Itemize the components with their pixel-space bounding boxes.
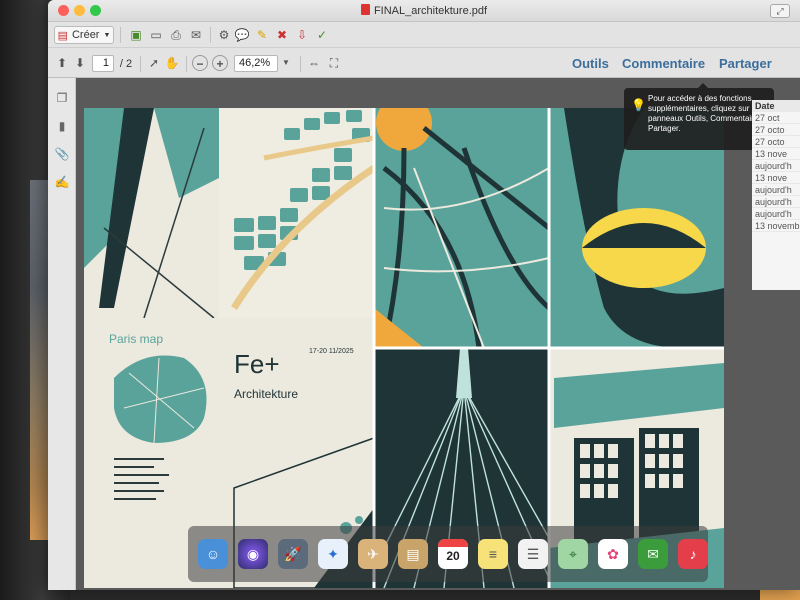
create-button[interactable]: ▤ Créer ▼ bbox=[54, 26, 114, 44]
delete-icon[interactable]: ✖ bbox=[274, 27, 290, 43]
fit-width-icon[interactable]: ⇔ bbox=[306, 55, 322, 71]
zoom-in-icon[interactable]: + bbox=[212, 55, 228, 71]
pdf-viewer-window: FINAL_architekture.pdf ⤢ ▤ Créer ▼ ▣ ▭ ⎙… bbox=[48, 0, 800, 590]
poster-brand: Fe+ bbox=[234, 349, 280, 379]
window-title: FINAL_architekture.pdf bbox=[48, 4, 800, 17]
finder-icon[interactable]: ☺ bbox=[198, 539, 228, 569]
settings-gear-icon[interactable]: ⚙ bbox=[216, 27, 232, 43]
sticky-note-icon[interactable]: ✎ bbox=[254, 27, 270, 43]
poster-dates: 17-20 11/2025 bbox=[309, 348, 354, 355]
expand-arrows-icon: ⤢ bbox=[776, 6, 784, 16]
messages-icon[interactable]: ✉ bbox=[638, 539, 668, 569]
email-icon[interactable]: ✉ bbox=[188, 27, 204, 43]
print-icon[interactable]: ⎙ bbox=[168, 27, 184, 43]
select-cursor-icon[interactable]: ➚ bbox=[146, 55, 162, 71]
zoom-dropdown-icon[interactable]: ▼ bbox=[278, 55, 294, 71]
navigation-toolbar: ⬆ ⬇ 1 / 2 ➚ ✋ − + 46,2% ▼ ⇔ ⛶ Outils Com… bbox=[48, 48, 800, 78]
notes-icon[interactable]: ≡ bbox=[478, 539, 508, 569]
window-title-text: FINAL_architekture.pdf bbox=[373, 5, 488, 17]
zoom-out-icon[interactable]: − bbox=[192, 55, 208, 71]
date-cell: 13 novemb bbox=[752, 220, 800, 232]
paris-map-title: Paris map bbox=[109, 332, 163, 346]
date-cell: 27 octo bbox=[752, 124, 800, 136]
lightbulb-icon: 💡 bbox=[631, 98, 646, 112]
launchpad-rocket-icon[interactable]: 🚀 bbox=[278, 539, 308, 569]
hand-tool-icon[interactable]: ✋ bbox=[164, 55, 180, 71]
date-cell: aujourd'h bbox=[752, 160, 800, 172]
date-cell: 27 octo bbox=[752, 136, 800, 148]
date-cell: 13 nove bbox=[752, 148, 800, 160]
toolbar-separator bbox=[120, 27, 121, 43]
page-number-input[interactable]: 1 bbox=[92, 55, 114, 72]
photo-app-icon[interactable]: ✈ bbox=[358, 539, 388, 569]
siri-icon[interactable]: ◉ bbox=[238, 539, 268, 569]
share-panel-link[interactable]: Partager bbox=[719, 56, 772, 71]
photos-flower-icon[interactable]: ✿ bbox=[598, 539, 628, 569]
date-cell: aujourd'h bbox=[752, 208, 800, 220]
date-cell: 27 oct bbox=[752, 112, 800, 124]
page-thumbnails-icon[interactable]: ❐ bbox=[54, 90, 70, 106]
calendar-day: 20 bbox=[446, 549, 460, 563]
toolbar-separator bbox=[300, 56, 301, 72]
title-bar: FINAL_architekture.pdf ⤢ bbox=[48, 0, 800, 22]
calendar-icon[interactable]: 20 bbox=[438, 539, 468, 569]
navigation-side-pane: ❐ ▮ 📎 ✍ bbox=[48, 78, 76, 590]
comment-bubble-icon[interactable]: 💬 bbox=[234, 27, 250, 43]
music-icon[interactable]: ♪ bbox=[678, 539, 708, 569]
maps-icon[interactable]: ⌖ bbox=[558, 539, 588, 569]
chevron-down-icon: ▼ bbox=[103, 31, 111, 39]
poster-subtitle: Architekture bbox=[234, 387, 298, 401]
comment-panel-link[interactable]: Commentaire bbox=[622, 56, 705, 71]
tooltip-text: Pour accéder à des fonctions supplémenta… bbox=[648, 94, 768, 133]
date-column-header[interactable]: Date bbox=[752, 100, 800, 112]
toolbar-separator bbox=[210, 27, 211, 43]
save-icon[interactable]: ▭ bbox=[148, 27, 164, 43]
toolbar-separator bbox=[140, 56, 141, 72]
export-icon[interactable]: ⇩ bbox=[294, 27, 310, 43]
architecture-poster-artwork: Paris map Fe+ Architekture 17-20 11/2025 bbox=[84, 108, 724, 588]
create-pdf-icon: ▤ bbox=[57, 29, 68, 42]
attachment-paperclip-icon[interactable]: 📎 bbox=[54, 146, 70, 162]
date-cell: aujourd'h bbox=[752, 196, 800, 208]
calendar-header-band bbox=[438, 539, 468, 547]
fit-page-icon[interactable]: ⛶ bbox=[326, 55, 342, 71]
safari-compass-icon[interactable]: ✦ bbox=[318, 539, 348, 569]
open-file-icon[interactable]: ▣ bbox=[128, 27, 144, 43]
pdf-page: Paris map Fe+ Architekture 17-20 11/2025 bbox=[84, 108, 724, 588]
fullscreen-button[interactable]: ⤢ bbox=[770, 4, 790, 18]
tooltip-caret bbox=[698, 83, 708, 88]
background-finder-date-column: Date 27 oct 27 octo 27 octo 13 nove aujo… bbox=[752, 100, 800, 290]
previous-page-icon[interactable]: ⬆ bbox=[54, 55, 70, 71]
pdf-file-icon bbox=[360, 4, 370, 15]
tools-panel-link[interactable]: Outils bbox=[572, 56, 609, 71]
toolbar-separator bbox=[186, 56, 187, 72]
page-total-label: / 2 bbox=[119, 58, 133, 70]
sign-icon[interactable]: ✓ bbox=[314, 27, 330, 43]
create-button-label: Créer bbox=[71, 29, 100, 41]
next-page-icon[interactable]: ⬇ bbox=[72, 55, 88, 71]
dock: ☺ ◉ 🚀 ✦ ✈ ▤ 20 ≡ ☰ ⌖ ✿ ✉ ♪ bbox=[188, 526, 708, 582]
date-cell: 13 nove bbox=[752, 172, 800, 184]
signature-icon[interactable]: ✍ bbox=[54, 174, 70, 190]
document-view[interactable]: Paris map Fe+ Architekture 17-20 11/2025 bbox=[76, 78, 800, 590]
zoom-level-input[interactable]: 46,2% bbox=[234, 55, 278, 72]
bookmark-icon[interactable]: ▮ bbox=[54, 118, 70, 134]
reminders-icon[interactable]: ☰ bbox=[518, 539, 548, 569]
date-cell: aujourd'h bbox=[752, 184, 800, 196]
main-toolbar: ▤ Créer ▼ ▣ ▭ ⎙ ✉ ⚙ 💬 ✎ ✖ ⇩ ✓ bbox=[48, 22, 800, 48]
contacts-book-icon[interactable]: ▤ bbox=[398, 539, 428, 569]
